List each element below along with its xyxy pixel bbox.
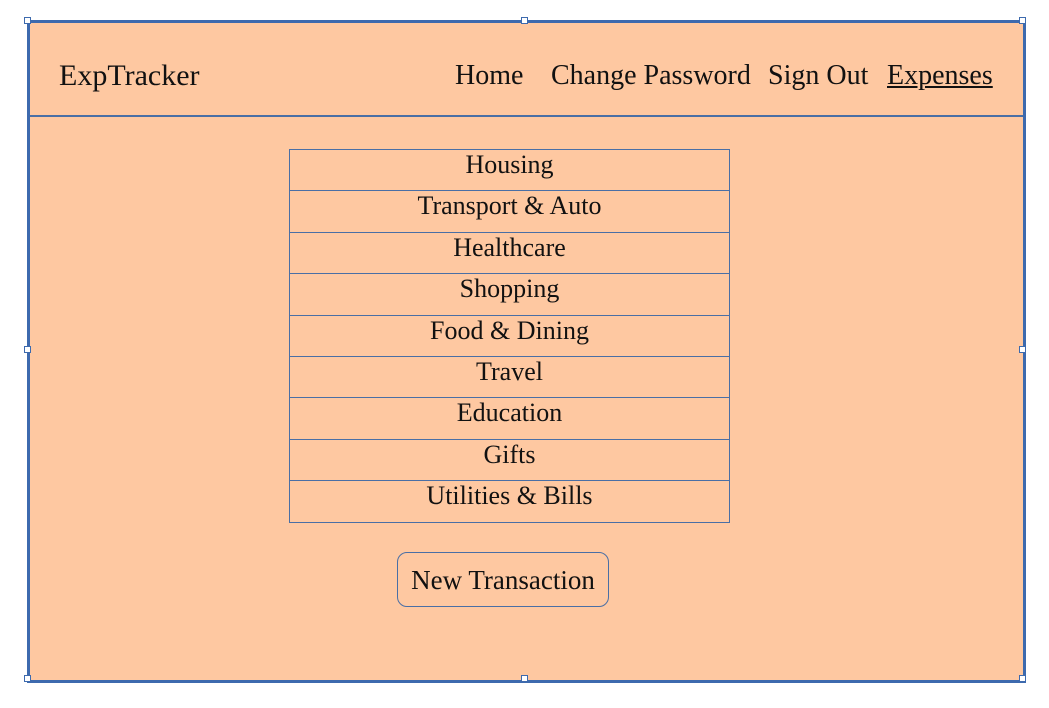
category-item-travel[interactable]: Travel [290,357,729,399]
nav-home-link[interactable]: Home [455,57,523,95]
resize-handle-top[interactable] [521,17,528,24]
app-brand: ExpTracker [59,59,200,92]
category-item-housing[interactable]: Housing [290,150,729,192]
nav-expenses-link[interactable]: Expenses [887,57,993,95]
category-item-transport-auto[interactable]: Transport & Auto [290,191,729,233]
category-item-food-dining[interactable]: Food & Dining [290,316,729,357]
resize-handle-top-right[interactable] [1019,17,1026,24]
nav-change-password-link[interactable]: Change Password [551,57,751,95]
nav-sign-out-link[interactable]: Sign Out [768,57,868,95]
category-list: Housing Transport & Auto Healthcare Shop… [289,149,730,523]
resize-handle-bottom[interactable] [521,675,528,682]
category-item-education[interactable]: Education [290,398,729,440]
new-transaction-button[interactable]: New Transaction [397,552,609,607]
resize-handle-bottom-left[interactable] [24,675,31,682]
category-item-utilities-bills[interactable]: Utilities & Bills [290,481,729,523]
resize-handle-left[interactable] [24,346,31,353]
resize-handle-right[interactable] [1019,346,1026,353]
category-item-healthcare[interactable]: Healthcare [290,233,729,275]
category-item-shopping[interactable]: Shopping [290,274,729,316]
top-nav-bar: ExpTracker Home Change Password Sign Out… [30,23,1023,117]
app-frame: ExpTracker Home Change Password Sign Out… [27,20,1026,683]
resize-handle-bottom-right[interactable] [1019,675,1026,682]
resize-handle-top-left[interactable] [24,17,31,24]
category-item-gifts[interactable]: Gifts [290,440,729,482]
